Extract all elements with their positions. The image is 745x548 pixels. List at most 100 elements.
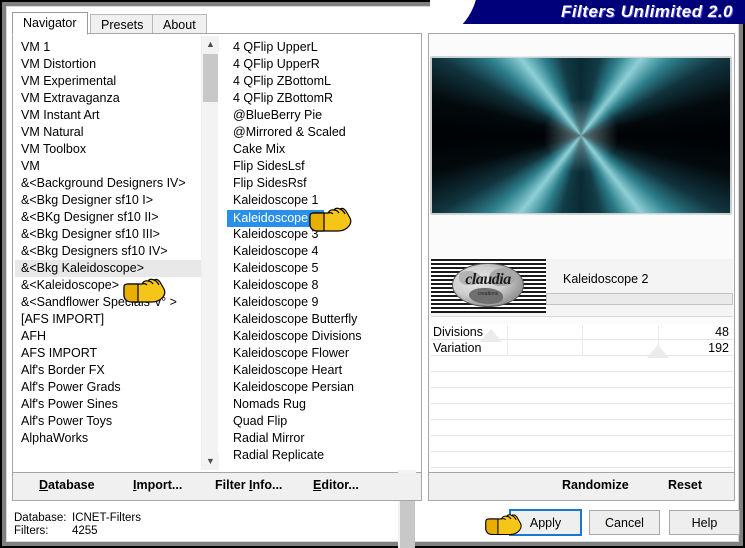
filter-list-item[interactable]: Radial Mirror bbox=[227, 430, 395, 447]
tab-presets[interactable]: Presets bbox=[90, 14, 155, 34]
category-list-item[interactable]: AFH bbox=[15, 328, 201, 345]
status-filters-value: 4255 bbox=[72, 525, 98, 537]
category-list-item[interactable]: Alf's Border FX bbox=[15, 362, 201, 379]
filter-list-item[interactable]: Kaleidoscope 5 bbox=[227, 260, 395, 277]
slider-value: 48 bbox=[715, 325, 729, 339]
filter-list-item[interactable]: Nomads Rug bbox=[227, 396, 395, 413]
tab-navigator[interactable]: Navigator bbox=[12, 12, 88, 35]
category-list-item[interactable]: &<Kaleidoscope> bbox=[15, 277, 201, 294]
window-title: Filters Unlimited 2.0 bbox=[560, 2, 733, 21]
category-list-item[interactable]: Alf's Power Grads bbox=[15, 379, 201, 396]
slider-tick bbox=[506, 325, 508, 339]
scroll-up-icon[interactable]: ▲ bbox=[202, 36, 219, 53]
filter-list-item[interactable]: @Mirrored & Scaled bbox=[227, 124, 395, 141]
filter-list-item[interactable]: Kaleidoscope Persian bbox=[227, 379, 395, 396]
title-bar: Filters Unlimited 2.0 bbox=[430, 0, 745, 24]
category-list-item[interactable]: AlphaWorks bbox=[15, 430, 201, 447]
category-list-item[interactable]: [AFS IMPORT] bbox=[15, 311, 201, 328]
parameter-slider-row[interactable]: Variation 192 bbox=[431, 340, 733, 358]
filter-list-item[interactable]: Kaleidoscope 3 bbox=[227, 226, 395, 243]
tab-about[interactable]: About bbox=[152, 14, 207, 34]
category-list-item[interactable]: VM Distortion bbox=[15, 56, 201, 73]
filter-list-item[interactable]: Kaleidoscope Butterfly bbox=[227, 311, 395, 328]
category-list-item[interactable]: AFS IMPORT bbox=[15, 345, 201, 362]
apply-button[interactable]: Apply bbox=[509, 509, 582, 536]
tab-about-label: About bbox=[163, 18, 196, 32]
tab-strip: Navigator Presets About bbox=[12, 12, 422, 35]
filter-list-item[interactable]: Kaleidoscope 9 bbox=[227, 294, 395, 311]
slider-tick bbox=[582, 325, 583, 339]
filter-list-item[interactable]: 4 QFlip UpperR bbox=[227, 56, 395, 73]
help-button[interactable]: Help bbox=[669, 510, 740, 535]
preview-image-frame bbox=[431, 57, 731, 214]
category-list-item[interactable]: &<Background Designers IV> bbox=[15, 175, 201, 192]
tab-presets-label: Presets bbox=[101, 18, 144, 32]
filter-list-item[interactable]: Kaleidoscope 2 bbox=[227, 210, 325, 227]
filter-list-item[interactable]: 4 QFlip UpperL bbox=[227, 39, 395, 56]
category-list-item[interactable]: Alf's Power Sines bbox=[15, 396, 201, 413]
category-list-item[interactable]: &<BKg Designer sf10 II> bbox=[15, 209, 201, 226]
filter-list-item[interactable]: Kaleidoscope 8 bbox=[227, 277, 395, 294]
slider-value: 192 bbox=[708, 341, 729, 355]
category-list-item[interactable]: VM bbox=[15, 158, 201, 175]
category-list-item[interactable]: &<Bkg Kaleidoscope> bbox=[15, 260, 201, 277]
filter-list-item[interactable]: Kaleidoscope Flower bbox=[227, 345, 395, 362]
filter-list-item[interactable]: Kaleidoscope 1 bbox=[227, 192, 395, 209]
filter-info-button[interactable]: Filter Info... bbox=[215, 478, 282, 492]
filter-list-item[interactable]: 4 QFlip ZBottomR bbox=[227, 90, 395, 107]
category-list-item[interactable]: VM Natural bbox=[15, 124, 201, 141]
cancel-button[interactable]: Cancel bbox=[589, 510, 660, 535]
parameter-slider-row-empty bbox=[431, 388, 733, 404]
category-list-item[interactable]: &<Sandflower Specials°v° > bbox=[15, 294, 201, 311]
status-filters-key: Filters: bbox=[14, 525, 49, 537]
category-list-item[interactable]: VM Extravaganza bbox=[15, 90, 201, 107]
parameter-slider-row-empty bbox=[431, 436, 733, 452]
category-list-item[interactable]: VM Toolbox bbox=[15, 141, 201, 158]
scroll-down-icon[interactable]: ▼ bbox=[202, 453, 219, 470]
category-list-scrollbar[interactable]: ▲ ▼ bbox=[201, 36, 219, 470]
filter-progress-bar bbox=[546, 293, 733, 305]
navigator-panel: VM 1 VM Distortion VM Experimental VM Extra… bbox=[12, 33, 422, 548]
import-button[interactable]: Import... bbox=[133, 478, 182, 492]
category-list-item[interactable]: VM Experimental bbox=[15, 73, 201, 90]
filter-list-item[interactable]: Quad Flip bbox=[227, 413, 395, 430]
filter-list-item[interactable]: Cake Mix bbox=[227, 141, 395, 158]
filter-list-item[interactable]: Kaleidoscope Heart bbox=[227, 362, 395, 379]
filter-list-item[interactable]: Flip SidesRsf bbox=[227, 175, 395, 192]
category-list-item[interactable]: &<Bkg Designers sf10 IV> bbox=[15, 243, 201, 260]
preview-panel: claudia creations Kaleidoscope 2 Divisio… bbox=[428, 33, 735, 473]
slider-tick bbox=[657, 325, 659, 339]
parameter-slider-row-empty bbox=[431, 420, 733, 436]
selected-filter-name: Kaleidoscope 2 bbox=[563, 272, 649, 286]
category-list-item[interactable]: VM 1 bbox=[15, 39, 201, 56]
database-button[interactable]: Database bbox=[39, 478, 95, 492]
parameter-slider-row[interactable]: Divisions 48 bbox=[431, 324, 733, 342]
watermark-thumbnail: claudia creations bbox=[431, 259, 546, 313]
filter-list-item[interactable]: Kaleidoscope 4 bbox=[227, 243, 395, 260]
filter-list-item[interactable]: Radial Replicate bbox=[227, 447, 395, 464]
category-list[interactable]: VM 1 VM Distortion VM Experimental VM Extra… bbox=[15, 36, 201, 470]
category-list-item[interactable]: &<Bkg Designer sf10 III> bbox=[15, 226, 201, 243]
tab-navigator-label: Navigator bbox=[23, 16, 77, 30]
status-database-value: ICNET-Filters bbox=[72, 512, 141, 524]
filter-list-item[interactable]: Kaleidoscope Divisions bbox=[227, 328, 395, 345]
filter-list-item[interactable]: 4 QFlip ZBottomL bbox=[227, 73, 395, 90]
category-list-item[interactable]: &<Bkg Designer sf10 I> bbox=[15, 192, 201, 209]
reset-button[interactable]: Reset bbox=[668, 478, 702, 492]
database-button-rest: atabase bbox=[48, 478, 95, 492]
filter-list[interactable]: 4 QFlip UpperL 4 QFlip UpperR 4 QFlip ZBot… bbox=[227, 36, 395, 470]
preview-toolbar: Randomize Reset bbox=[428, 473, 735, 501]
filter-list-item[interactable]: @BlueBerry Pie bbox=[227, 107, 395, 124]
filter-list-item[interactable]: Flip SidesLsf bbox=[227, 158, 395, 175]
category-list-item[interactable]: VM Instant Art bbox=[15, 107, 201, 124]
randomize-button[interactable]: Randomize bbox=[562, 478, 629, 492]
slider-thumb[interactable] bbox=[646, 345, 669, 358]
parameter-slider-row-empty bbox=[431, 452, 733, 468]
category-list-item[interactable]: Alf's Power Toys bbox=[15, 413, 201, 430]
slider-thumb[interactable] bbox=[480, 329, 503, 342]
editor-button[interactable]: Editor... bbox=[313, 478, 359, 492]
scrollbar-thumb[interactable] bbox=[203, 54, 218, 102]
slider-tick bbox=[582, 341, 583, 355]
slider-tick bbox=[506, 341, 508, 355]
watermark-subtext: creations bbox=[477, 291, 499, 297]
